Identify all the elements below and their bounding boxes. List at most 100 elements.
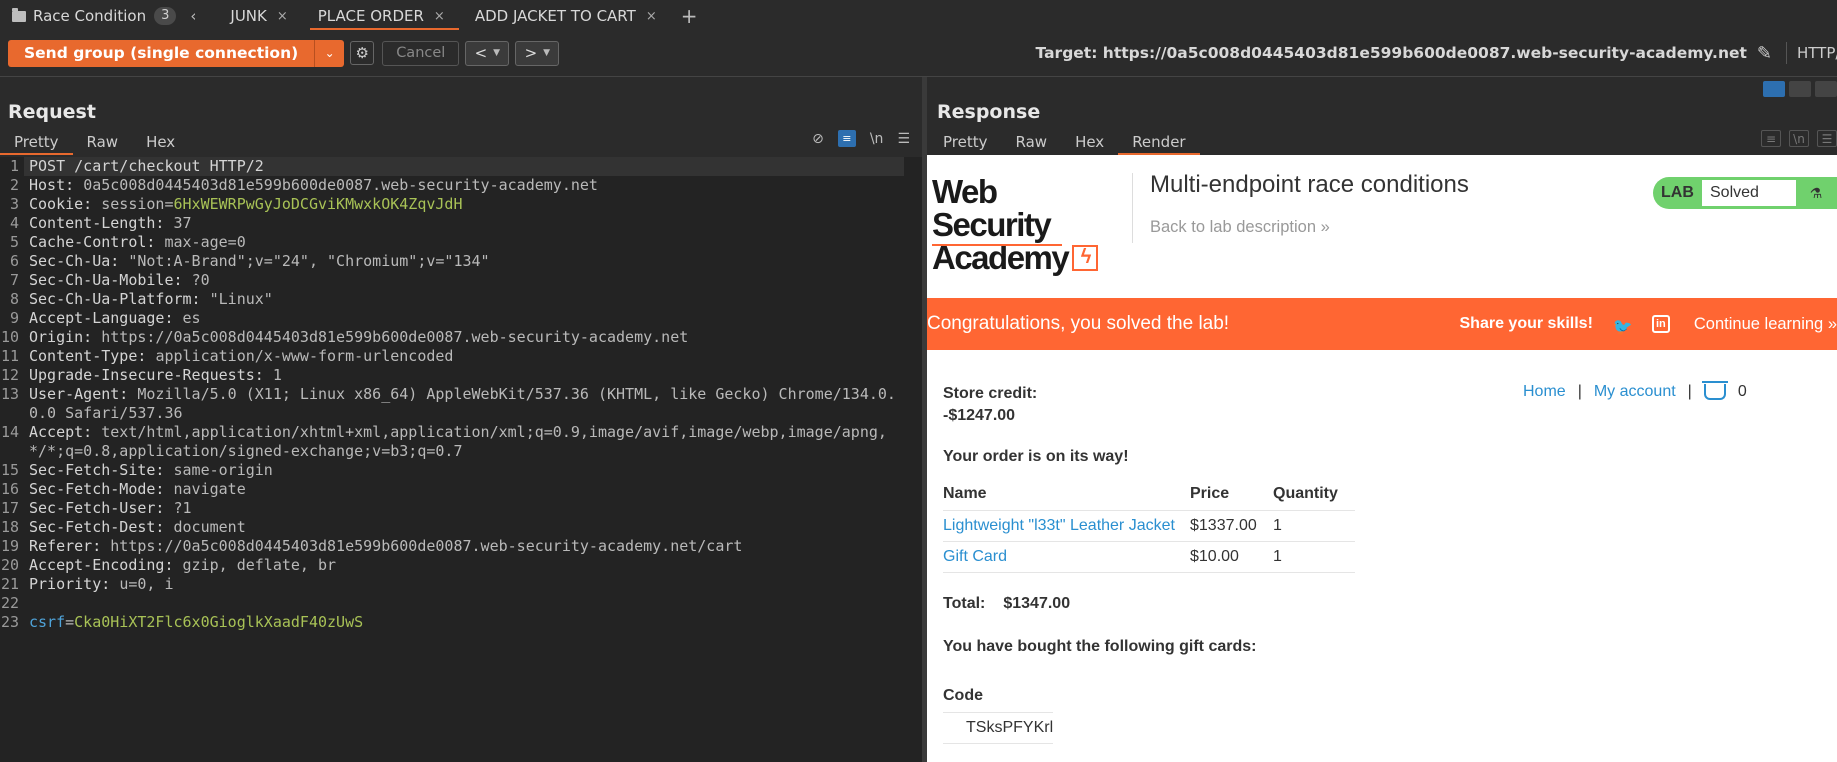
toolbar: Send group (single connection) ⌄ ⚙ Cance… [0, 36, 1837, 70]
request-line[interactable]: 17 Sec-Fetch-User: ?1 [0, 499, 922, 518]
header-value: max-age=0 [164, 233, 246, 251]
header-value: 37 [173, 214, 192, 232]
header-name: Accept-Encoding: [29, 556, 183, 574]
line-number: 11 [0, 347, 19, 365]
request-line[interactable]: 16 Sec-Fetch-Mode: navigate [0, 480, 922, 499]
pencil-icon[interactable]: ✎ [1757, 43, 1772, 64]
top-nav: Home | My account | 0 [1523, 381, 1747, 401]
request-editor[interactable]: 1 POST /cart/checkout HTTP/2 2 Host: 0a5c00… [0, 157, 922, 762]
request-line[interactable]: 21 Priority: u=0, i [0, 575, 922, 594]
menu-icon[interactable]: ☰ [1817, 130, 1837, 147]
close-icon[interactable]: × [646, 9, 657, 24]
request-line[interactable]: 14 Accept: text/html,application/xhtml+xm… [0, 423, 922, 461]
tab-add-jacket-to-cart[interactable]: ADD JACKET TO CART × [459, 0, 671, 32]
request-line[interactable]: 19 Referer: https://0a5c008d0445403d81e59… [0, 537, 922, 556]
request-line[interactable]: 23 csrf=Cka0HiXT2Flc6x0GioglkXaadF40zUwS [0, 613, 922, 632]
cancel-button[interactable]: Cancel [382, 40, 460, 66]
hide-icon[interactable]: ⊘ [812, 131, 824, 147]
menu-icon[interactable]: ☰ [897, 131, 910, 147]
request-line[interactable]: 4 Content-Length: 37 [0, 214, 922, 233]
send-group-button[interactable]: Send group (single connection) [8, 39, 315, 67]
product-link[interactable]: Lightweight "l33t" Leather Jacket [943, 517, 1175, 534]
request-line[interactable]: 2 Host: 0a5c008d0445403d81e599b600de0087.… [0, 176, 922, 195]
history-forward-button[interactable]: > ▼ [515, 40, 560, 66]
layout-side-by-side-icon[interactable] [1763, 81, 1785, 97]
request-line[interactable]: 8 Sec-Ch-Ua-Platform: "Linux" [0, 290, 922, 309]
continue-learning-link[interactable]: Continue learning » [1694, 315, 1837, 334]
request-line[interactable]: 1 POST /cart/checkout HTTP/2 [0, 157, 922, 176]
double-chevron-right-icon: » [1320, 218, 1330, 236]
tab-group-race-condition[interactable]: Race Condition 3 [0, 0, 177, 32]
folder-icon [12, 7, 26, 22]
tab-hex[interactable]: Hex [1061, 129, 1118, 155]
header-name: Accept: [29, 423, 102, 441]
header-divider [1132, 173, 1133, 243]
request-line[interactable]: 7 Sec-Ch-Ua-Mobile: ?0 [0, 271, 922, 290]
http-version[interactable]: HTTP/2 [1797, 44, 1837, 62]
request-line[interactable]: 11 Content-Type: application/x-www-form-u… [0, 347, 922, 366]
newline-icon[interactable]: \n [870, 131, 884, 147]
chevron-left-icon[interactable]: ‹ [190, 7, 196, 25]
layout-stacked-icon[interactable] [1789, 81, 1811, 97]
web-security-academy-logo[interactable]: Web Security Academy ϟ [932, 175, 1102, 274]
linkedin-icon[interactable]: in [1651, 315, 1670, 333]
lightning-icon: ϟ [1072, 244, 1099, 271]
request-line[interactable]: 13 User-Agent: Mozilla/5.0 (X11; Linux x8… [0, 385, 922, 423]
request-line[interactable]: 18 Sec-Fetch-Dest: document [0, 518, 922, 537]
settings-button[interactable]: ⚙ [350, 41, 375, 65]
request-view-options: ⊘ ≡ \n ☰ [812, 130, 910, 147]
product-quantity: 1 [1273, 509, 1355, 541]
tab-pretty[interactable]: Pretty [929, 129, 1002, 155]
header-name: Origin: [29, 328, 102, 346]
home-link[interactable]: Home [1523, 383, 1566, 401]
tab-place-order[interactable]: PLACE ORDER × [302, 0, 459, 32]
add-tab-icon[interactable]: + [681, 4, 698, 28]
history-back-button[interactable]: < ▼ [465, 40, 510, 66]
wrap-lines-icon[interactable]: ≡ [837, 130, 856, 147]
wrap-lines-icon[interactable]: ≡ [1761, 130, 1781, 147]
request-line[interactable]: 6 Sec-Ch-Ua: "Not:A-Brand";v="24", "Chrom… [0, 252, 922, 271]
column-header-price: Price [1190, 485, 1230, 503]
request-line[interactable]: 12 Upgrade-Insecure-Requests: 1 [0, 366, 922, 385]
header-name: Content-Type: [29, 347, 156, 365]
order-table: Name Price Quantity Lightweight "l33t" L… [943, 479, 1355, 573]
header-value: u=0, i [119, 575, 174, 593]
tab-junk[interactable]: JUNK × [214, 0, 301, 32]
back-link-label: Back to lab description [1150, 218, 1317, 236]
tab-render[interactable]: Render [1118, 129, 1201, 155]
line-code: User-Agent: Mozilla/5.0 (X11; Linux x86_… [24, 385, 904, 423]
request-line[interactable]: 22 [0, 594, 922, 613]
column-header-quantity: Quantity [1273, 485, 1338, 503]
my-account-link[interactable]: My account [1594, 383, 1676, 401]
column-header-name: Name [943, 485, 987, 503]
lab-status-badge: LAB Solved ⚗ [1653, 177, 1837, 209]
layout-switcher [1763, 81, 1837, 97]
response-view-options: ≡ \n ☰ [1761, 130, 1837, 147]
close-icon[interactable]: × [434, 9, 445, 24]
request-line[interactable]: 3 Cookie: session=6HxWEWRPwGyJoDCGviKMwxk… [0, 195, 922, 214]
tab-pretty[interactable]: Pretty [0, 129, 73, 155]
request-line[interactable]: 20 Accept-Encoding: gzip, deflate, br [0, 556, 922, 575]
product-link[interactable]: Gift Card [943, 548, 1007, 565]
close-icon[interactable]: × [277, 9, 288, 24]
header-name: Sec-Ch-Ua: [29, 252, 129, 270]
request-line[interactable]: 5 Cache-Control: max-age=0 [0, 233, 922, 252]
continue-label: Continue learning [1693, 314, 1824, 333]
back-to-lab-link[interactable]: Back to lab description » [1150, 218, 1330, 237]
tab-label: JUNK [230, 7, 267, 25]
tab-hex[interactable]: Hex [132, 129, 189, 155]
layout-single-icon[interactable] [1815, 81, 1837, 97]
send-options-dropdown[interactable]: ⌄ [314, 39, 345, 67]
request-line[interactable]: 10 Origin: https://0a5c008d0445403d81e599… [0, 328, 922, 347]
line-text: POST /cart/checkout HTTP/2 [29, 157, 264, 175]
newline-icon[interactable]: \n [1789, 130, 1809, 147]
tab-raw[interactable]: Raw [1002, 129, 1062, 155]
request-line[interactable]: 9 Accept-Language: es [0, 309, 922, 328]
line-number: 15 [0, 461, 19, 479]
tab-raw[interactable]: Raw [73, 129, 133, 155]
request-line[interactable]: 15 Sec-Fetch-Site: same-origin [0, 461, 922, 480]
tab-label: PLACE ORDER [317, 7, 424, 25]
param-value: Cka0HiXT2Flc6x0GioglkXaadF40zUwS [74, 613, 364, 631]
twitter-icon[interactable]: 🐦 [1613, 317, 1633, 336]
cart-icon[interactable] [1701, 381, 1728, 400]
